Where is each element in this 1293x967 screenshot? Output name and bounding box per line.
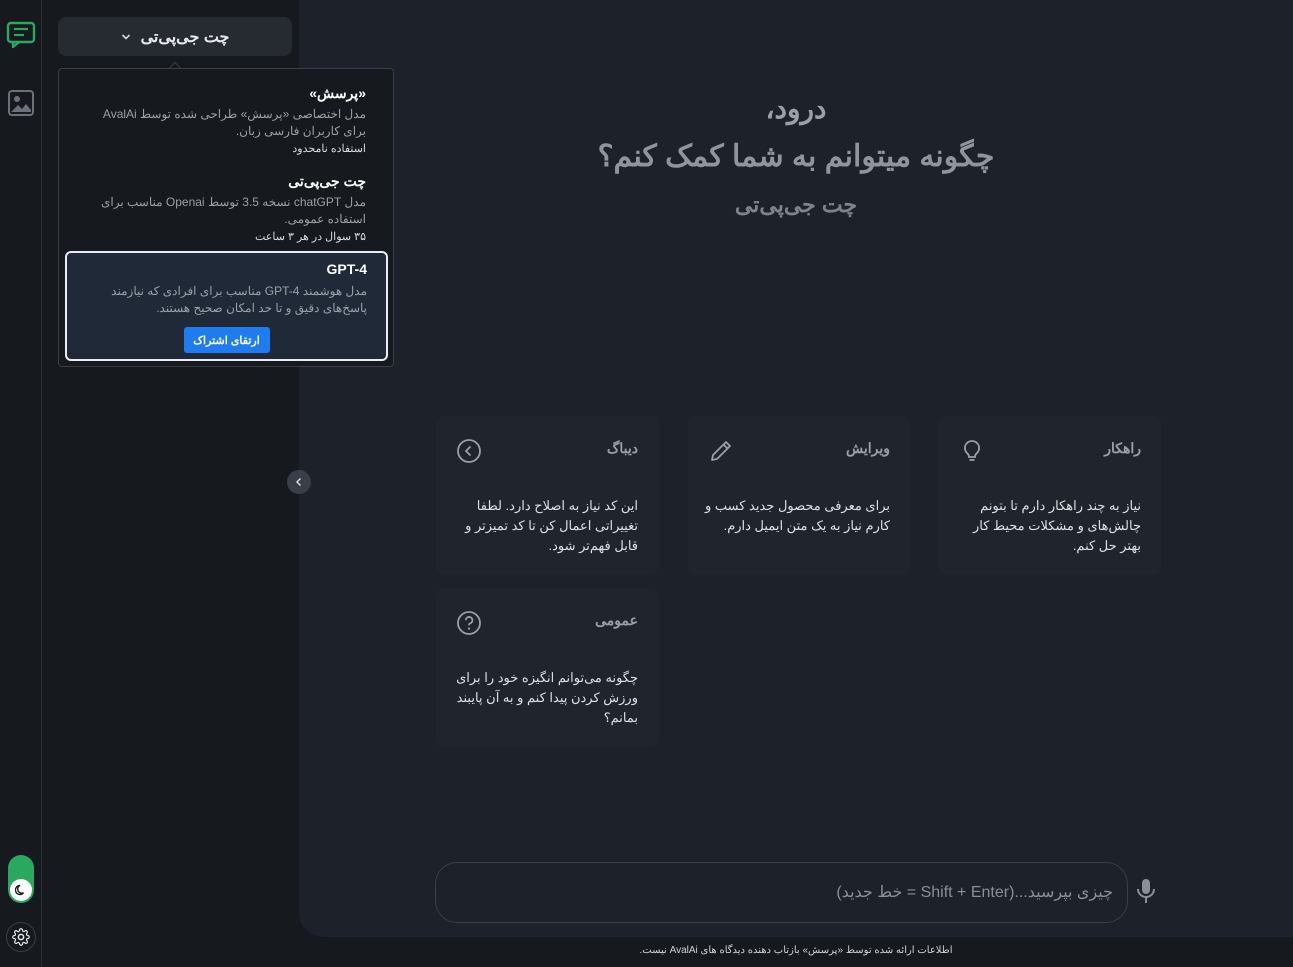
model-option-gpt4[interactable]: GPT-4 مدل هوشمند GPT-4 مناسب برای افرادی… bbox=[65, 251, 388, 361]
card-text: این کد نیاز به اصلاح دارد. لطفا تغییراتی… bbox=[465, 498, 638, 553]
model-option-title: چت جی‌پی‌تی bbox=[288, 173, 366, 189]
suggestion-card-general[interactable]: عمومی چگونه می‌توانم انگیزه خود را برای … bbox=[436, 588, 658, 747]
theme-toggle[interactable] bbox=[8, 855, 34, 903]
app: چت جی‌پی‌تی درود، چگونه میتوانم به شما ک… bbox=[0, 0, 1293, 967]
model-option-chatgpt[interactable]: چت جی‌پی‌تی مدل chatGPT نسخه 3.5 توسط Op… bbox=[84, 173, 366, 243]
image-nav-button[interactable] bbox=[5, 87, 37, 119]
card-text: چگونه می‌توانم انگیزه خود را برای ورزش ک… bbox=[456, 670, 638, 725]
chat-bubble-icon bbox=[6, 21, 36, 49]
pencil-icon bbox=[711, 441, 731, 461]
gear-icon bbox=[12, 928, 30, 946]
model-option-quota: ۳۵ سوال در هر ۳ ساعت bbox=[254, 231, 366, 243]
card-text: نیاز به چند راهکار دارم تا بتونم چالش‌ها… bbox=[972, 498, 1141, 553]
settings-button[interactable] bbox=[6, 922, 36, 952]
model-option-description: مدل اختصاصی «پرسش» طراحی شده توسط AvalAi… bbox=[102, 107, 366, 138]
chevron-down-icon bbox=[121, 33, 130, 40]
model-option-description: مدل هوشمند GPT-4 مناسب برای افرادی که نی… bbox=[111, 284, 367, 315]
main-panel: درود، چگونه میتوانم به شما کمک کنم؟ چت ج… bbox=[299, 0, 1293, 937]
chat-input-wrapper bbox=[435, 862, 1128, 923]
lightbulb-icon bbox=[963, 440, 981, 461]
microphone-button[interactable] bbox=[1133, 876, 1159, 906]
card-title: عمومی bbox=[595, 612, 638, 628]
suggestion-card-edit[interactable]: ویرایش برای معرفی محصول جدید کسب و کارم … bbox=[688, 416, 910, 575]
chevron-left-icon bbox=[295, 477, 302, 487]
icon-rail bbox=[0, 0, 42, 967]
model-option-description: مدل chatGPT نسخه 3.5 توسط Openai مناسب ب… bbox=[101, 195, 366, 226]
model-selector[interactable]: چت جی‌پی‌تی bbox=[58, 17, 292, 56]
question-icon bbox=[457, 611, 481, 635]
model-option-quota: استفاده نامحدود bbox=[292, 143, 366, 155]
chat-input[interactable] bbox=[436, 863, 1127, 922]
code-icon bbox=[457, 439, 481, 463]
card-title: راهکار bbox=[1104, 440, 1141, 456]
moon-icon bbox=[15, 884, 25, 896]
greeting-model-name: چت جی‌پی‌تی bbox=[734, 192, 858, 217]
footer-disclaimer: اطلاعات ارائه شده توسط «پرسش» بازتاب دهن… bbox=[639, 945, 953, 956]
card-header: دیباگ bbox=[456, 438, 638, 464]
suggestion-card-debug[interactable]: دیباگ این کد نیاز به اصلاح دارد. لطفا تغ… bbox=[436, 416, 658, 575]
card-header: ویرایش bbox=[708, 438, 890, 464]
theme-knob bbox=[10, 879, 32, 901]
model-dropdown: «پرسش» مدل اختصاصی «پرسش» طراحی شده توسط… bbox=[58, 68, 394, 367]
model-option-title: «پرسش» bbox=[309, 85, 366, 101]
upgrade-subscription-button[interactable]: ارتقای اشتراک bbox=[183, 327, 270, 353]
image-icon bbox=[8, 90, 34, 116]
greeting-question: چگونه میتوانم به شما کمک کنم؟ bbox=[597, 140, 995, 173]
card-title: ویرایش bbox=[845, 440, 890, 456]
microphone-icon bbox=[1137, 879, 1155, 903]
chat-nav-button[interactable] bbox=[5, 19, 37, 51]
greeting-hello: درود، bbox=[765, 93, 827, 124]
model-option-porsesh[interactable]: «پرسش» مدل اختصاصی «پرسش» طراحی شده توسط… bbox=[84, 85, 366, 155]
card-header: راهکار bbox=[959, 438, 1141, 464]
card-text: برای معرفی محصول جدید کسب و کارم نیاز به… bbox=[704, 498, 890, 533]
collapse-sidebar-button[interactable] bbox=[287, 470, 311, 494]
card-header: عمومی bbox=[456, 610, 638, 636]
suggestion-card-solution[interactable]: راهکار نیاز به چند راهکار دارم تا بتونم … bbox=[939, 416, 1161, 575]
model-option-title: GPT-4 bbox=[326, 261, 367, 277]
model-selector-label: چت جی‌پی‌تی bbox=[140, 28, 230, 46]
card-title: دیباگ bbox=[606, 440, 638, 456]
